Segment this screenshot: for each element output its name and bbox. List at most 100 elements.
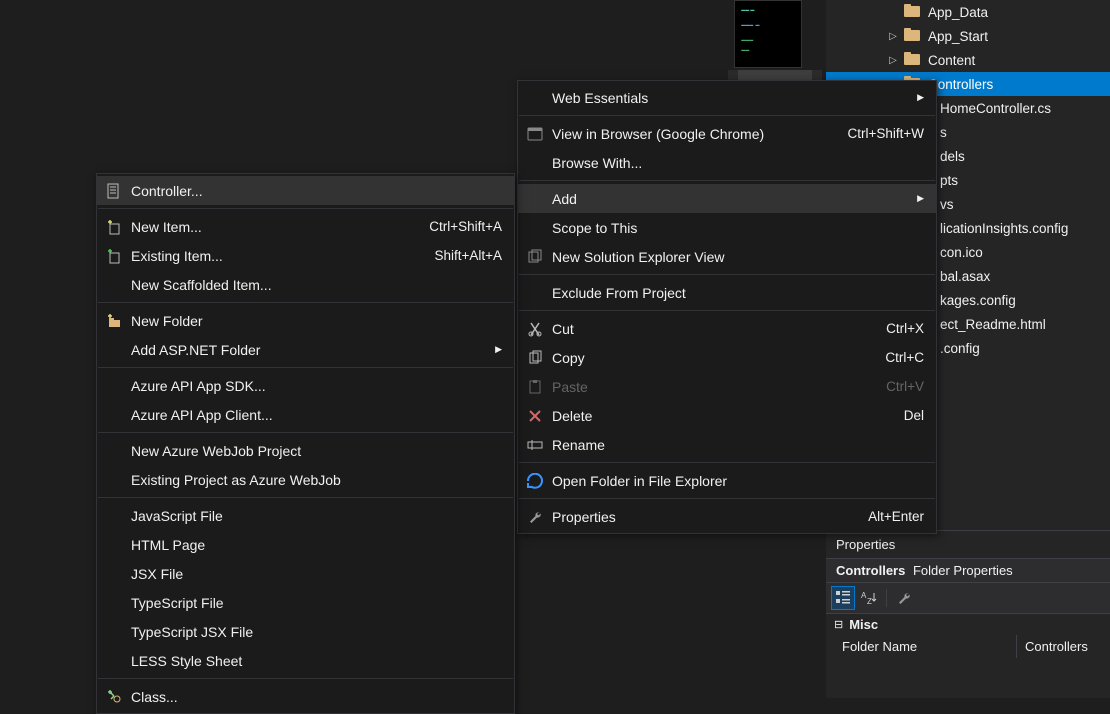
menu-item-add-asp-net-folder[interactable]: Add ASP.NET Folder ▶ [97, 335, 514, 364]
properties-category-misc[interactable]: ⊟ Misc [826, 614, 1110, 635]
menu-item-new-folder[interactable]: New Folder [97, 306, 514, 335]
menu-item-properties[interactable]: Properties Alt+Enter [518, 502, 936, 531]
menu-item-controller[interactable]: Controller... [97, 176, 514, 205]
property-label: Folder Name [826, 635, 1016, 658]
menu-item-class[interactable]: Class... [97, 682, 514, 711]
menu-item-view-in-browser-google-chrome[interactable]: View in Browser (Google Chrome)Ctrl+Shif… [518, 119, 936, 148]
menu-item-new-scaffolded-item[interactable]: New Scaffolded Item... [97, 270, 514, 299]
folder-icon [904, 51, 922, 69]
tree-arrow-icon[interactable]: ▷ [886, 53, 900, 67]
properties-object-line: Controllers Folder Properties [826, 558, 1110, 583]
tree-item-label: App_Start [928, 29, 988, 44]
menu-item-azure-api-app-sdk[interactable]: Azure API App SDK... [97, 371, 514, 400]
tree-item-label: vs [940, 197, 954, 212]
menu-item-label: Exclude From Project [552, 285, 924, 301]
paste-icon [518, 379, 552, 395]
context-menu-add: Controller...New Item...Ctrl+Shift+AExis… [96, 173, 515, 714]
menu-item-label: New Scaffolded Item... [131, 277, 502, 293]
menu-item-label: Add ASP.NET Folder [131, 342, 483, 358]
menu-item-exclude-from-project[interactable]: Exclude From Project [518, 278, 936, 307]
property-row-folder-name[interactable]: Folder Name Controllers [826, 635, 1110, 658]
menu-separator [519, 462, 935, 463]
menu-item-label: Class... [131, 689, 502, 705]
category-label: Misc [849, 617, 878, 632]
tree-item-label: .config [940, 341, 980, 356]
menu-item-less-style-sheet[interactable]: LESS Style Sheet [97, 646, 514, 675]
menu-item-typescript-jsx-file[interactable]: TypeScript JSX File [97, 617, 514, 646]
menu-item-html-page[interactable]: HTML Page [97, 530, 514, 559]
menu-item-delete[interactable]: DeleteDel [518, 401, 936, 430]
properties-panel: Properties Controllers Folder Properties… [826, 530, 1110, 698]
menu-item-rename[interactable]: Rename [518, 430, 936, 459]
tree-item-app-data[interactable]: App_Data [826, 0, 1110, 24]
menu-separator [519, 180, 935, 181]
menu-item-cut[interactable]: CutCtrl+X [518, 314, 936, 343]
tree-arrow-icon[interactable]: ▷ [886, 29, 900, 43]
submenu-arrow-icon: ▶ [495, 344, 502, 355]
copy-icon [518, 350, 552, 366]
tree-item-label: pts [940, 173, 958, 188]
tree-item-content[interactable]: ▷Content [826, 48, 1110, 72]
tree-item-label: bal.asax [940, 269, 990, 284]
menu-item-label: TypeScript JSX File [131, 624, 502, 640]
svg-text:Z: Z [867, 597, 872, 606]
tree-item-label: s [940, 125, 947, 140]
openfolder-icon [518, 473, 552, 489]
menu-item-label: Paste [552, 379, 856, 395]
menu-item-label: HTML Page [131, 537, 502, 553]
code-minimap[interactable]: ▬▬ ▬ ▬▬▬ ▬ ▬▬▬ ▬▬ [734, 0, 802, 68]
menu-separator [98, 367, 513, 368]
context-menu-main: Web Essentials▶ View in Browser (Google C… [517, 80, 937, 534]
category-expander-icon: ⊟ [834, 618, 843, 631]
menu-item-label: Existing Item... [131, 248, 404, 264]
menu-item-shortcut: Ctrl+C [885, 350, 924, 365]
submenu-arrow-icon: ▶ [917, 193, 924, 204]
property-value[interactable]: Controllers [1016, 635, 1110, 658]
properties-object-type: Folder Properties [913, 563, 1013, 578]
menu-item-shortcut: Alt+Enter [868, 509, 924, 524]
cut-icon [518, 321, 552, 337]
menu-item-copy[interactable]: CopyCtrl+C [518, 343, 936, 372]
menu-item-scope-to-this[interactable]: Scope to This [518, 213, 936, 242]
tree-item-label: dels [940, 149, 965, 164]
menu-separator [519, 274, 935, 275]
submenu-arrow-icon: ▶ [917, 92, 924, 103]
toolbar-separator [886, 589, 887, 607]
menu-item-new-item[interactable]: New Item...Ctrl+Shift+A [97, 212, 514, 241]
menu-item-existing-project-as-azure-webjob[interactable]: Existing Project as Azure WebJob [97, 465, 514, 494]
menu-item-add[interactable]: Add▶ [518, 184, 936, 213]
menu-item-javascript-file[interactable]: JavaScript File [97, 501, 514, 530]
tree-arrow-icon[interactable] [886, 5, 900, 19]
menu-item-browse-with[interactable]: Browse With... [518, 148, 936, 177]
alphabetical-button[interactable]: AZ [858, 587, 880, 609]
menu-item-label: Browse With... [552, 155, 924, 171]
menu-item-label: Properties [552, 509, 838, 525]
menu-item-label: Azure API App SDK... [131, 378, 502, 394]
menu-item-open-folder-in-file-explorer[interactable]: Open Folder in File Explorer [518, 466, 936, 495]
menu-item-web-essentials[interactable]: Web Essentials▶ [518, 83, 936, 112]
menu-item-existing-item[interactable]: Existing Item...Shift+Alt+A [97, 241, 514, 270]
menu-item-typescript-file[interactable]: TypeScript File [97, 588, 514, 617]
menu-separator [519, 310, 935, 311]
menu-item-new-solution-explorer-view[interactable]: New Solution Explorer View [518, 242, 936, 271]
tree-item-label: con.ico [940, 245, 983, 260]
wrench-button[interactable] [893, 587, 915, 609]
menu-item-label: View in Browser (Google Chrome) [552, 126, 817, 142]
menu-item-jsx-file[interactable]: JSX File [97, 559, 514, 588]
tree-item-label: Controllers [928, 77, 993, 92]
categorize-button[interactable] [832, 587, 854, 609]
delete-icon [518, 408, 552, 424]
menu-item-label: Delete [552, 408, 874, 424]
menu-item-shortcut: Ctrl+V [886, 379, 924, 394]
menu-item-label: Azure API App Client... [131, 407, 502, 423]
menu-item-azure-api-app-client[interactable]: Azure API App Client... [97, 400, 514, 429]
properties-title: Properties [826, 531, 1110, 558]
menu-item-label: JSX File [131, 566, 502, 582]
menu-item-label: Existing Project as Azure WebJob [131, 472, 502, 488]
menu-item-label: Controller... [131, 183, 502, 199]
tree-item-label: ect_Readme.html [940, 317, 1046, 332]
menu-item-label: LESS Style Sheet [131, 653, 502, 669]
menu-item-new-azure-webjob-project[interactable]: New Azure WebJob Project [97, 436, 514, 465]
tree-item-label: kages.config [940, 293, 1016, 308]
tree-item-app-start[interactable]: ▷ App_Start [826, 24, 1110, 48]
